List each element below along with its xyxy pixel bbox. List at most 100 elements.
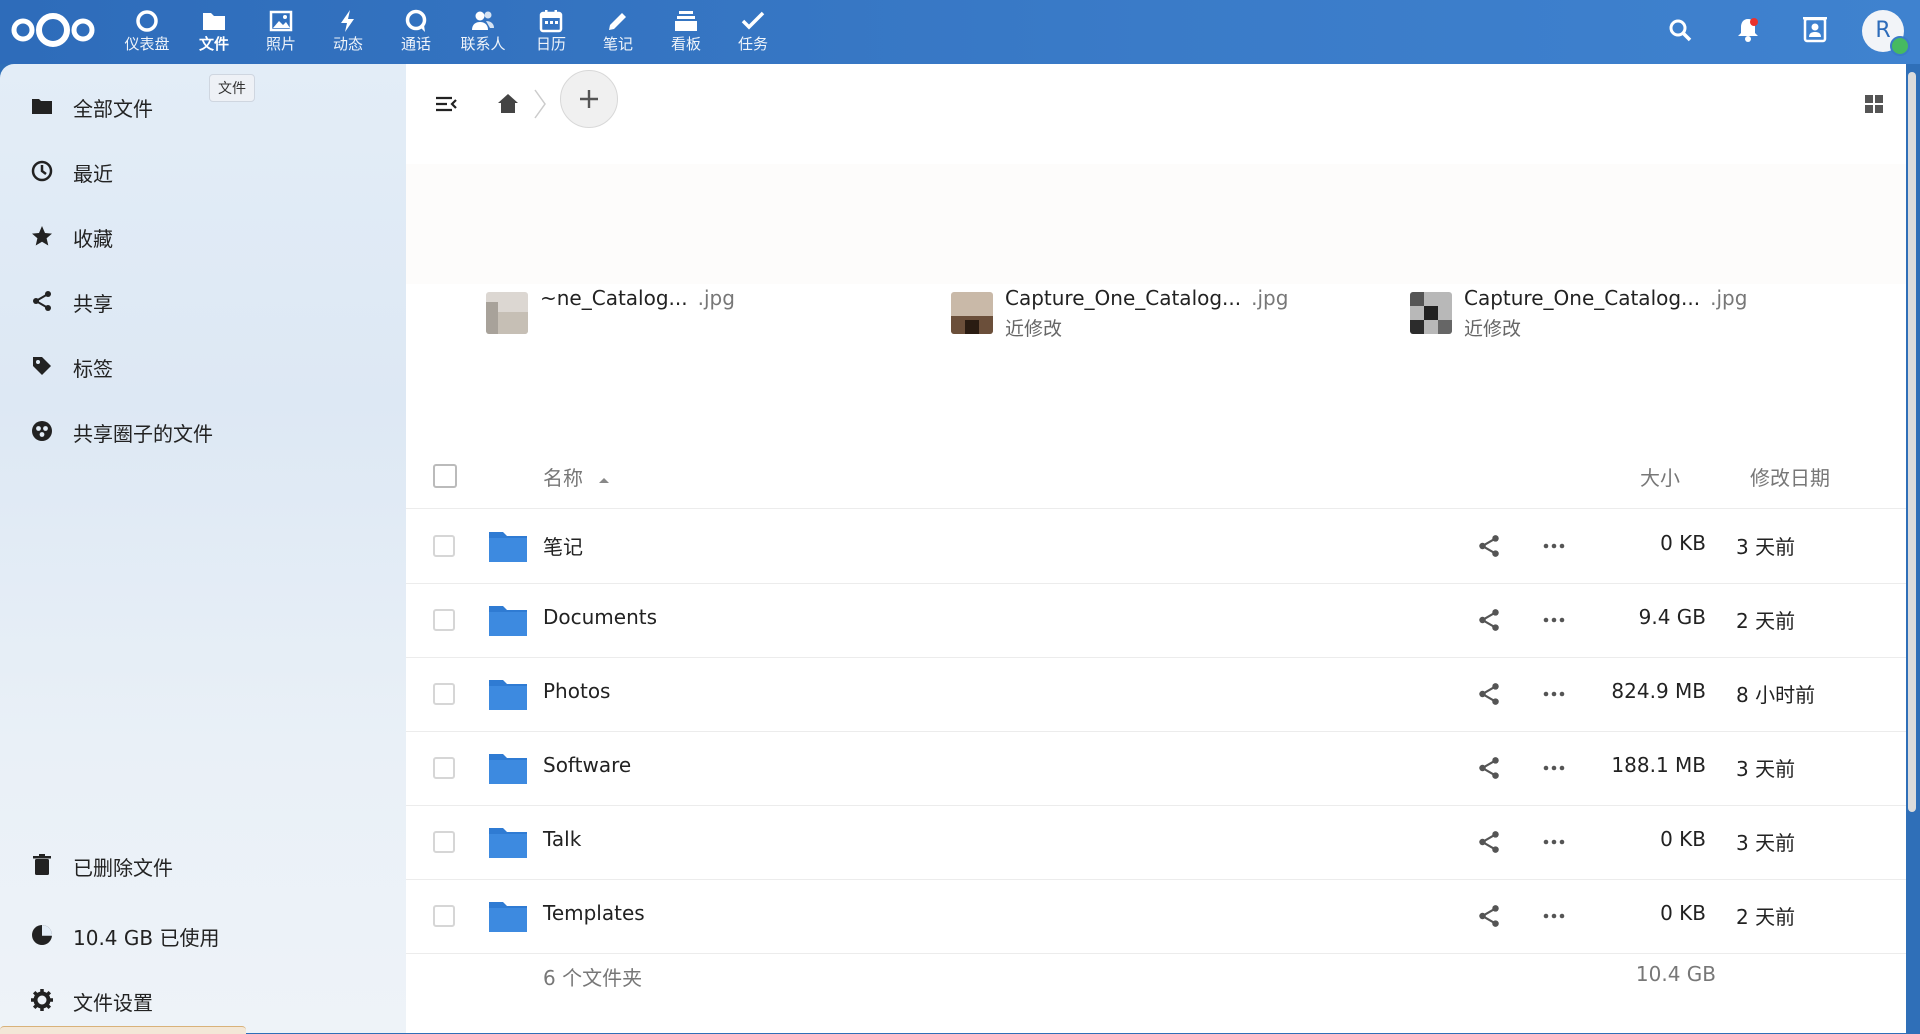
nav-tags[interactable]: 标签 bbox=[0, 342, 406, 390]
share-icon[interactable] bbox=[1476, 829, 1502, 855]
more-actions-icon[interactable] bbox=[1540, 607, 1568, 633]
nav-label: 全部文件 bbox=[73, 93, 153, 122]
file-name[interactable]: Templates bbox=[543, 901, 645, 925]
app-label: 动态 bbox=[316, 35, 380, 53]
file-row[interactable]: Templates 0 KB 2 天前 bbox=[406, 879, 1906, 954]
nav-recent[interactable]: 最近 bbox=[0, 147, 406, 195]
recent-file-name: Capture_One_Catalog....jpg bbox=[1464, 286, 1747, 310]
file-list-summary: 6 个文件夹 10.4 GB bbox=[406, 954, 1906, 994]
app-tasks[interactable]: 任务 bbox=[721, 6, 785, 58]
file-name[interactable]: Software bbox=[543, 753, 631, 777]
row-checkbox[interactable] bbox=[433, 905, 455, 927]
recent-file-subtitle: 近修改 bbox=[1005, 314, 1062, 341]
summary-count: 6 个文件夹 bbox=[543, 962, 642, 991]
nextcloud-logo[interactable] bbox=[10, 10, 96, 50]
recent-file-subtitle: 近修改 bbox=[1464, 314, 1521, 341]
share-icon[interactable] bbox=[1476, 903, 1502, 929]
pie-chart-icon bbox=[30, 923, 54, 947]
calendar-icon bbox=[538, 8, 564, 34]
share-icon bbox=[30, 289, 54, 313]
nav-all-files[interactable]: 全部文件 bbox=[0, 82, 406, 130]
file-row[interactable]: Photos 824.9 MB 8 小时前 bbox=[406, 657, 1906, 732]
files-main-area: ~ne_Catalog....jpg Capture_One_Catalog..… bbox=[406, 64, 1906, 1033]
app-label: 联系人 bbox=[451, 35, 515, 53]
more-actions-icon[interactable] bbox=[1540, 829, 1568, 855]
scrollbar[interactable] bbox=[1908, 72, 1916, 812]
file-row[interactable]: Talk 0 KB 3 天前 bbox=[406, 805, 1906, 880]
row-checkbox[interactable] bbox=[433, 609, 455, 631]
app-activity[interactable]: 动态 bbox=[316, 6, 380, 58]
file-row[interactable]: 笔记 0 KB 3 天前 bbox=[406, 509, 1906, 584]
nav-label: 文件设置 bbox=[73, 987, 153, 1016]
more-actions-icon[interactable] bbox=[1540, 755, 1568, 781]
app-files[interactable]: 文件 bbox=[182, 6, 246, 58]
nav-files-settings[interactable]: 文件设置 bbox=[0, 976, 406, 1024]
folder-icon bbox=[201, 8, 227, 34]
share-icon[interactable] bbox=[1476, 533, 1502, 559]
file-size: 188.1 MB bbox=[1586, 753, 1706, 777]
folder-icon bbox=[488, 899, 528, 933]
recent-files-band bbox=[406, 164, 1906, 284]
file-modified: 3 天前 bbox=[1736, 753, 1795, 782]
file-name[interactable]: Talk bbox=[543, 827, 581, 851]
toggle-sidebar-icon[interactable] bbox=[426, 84, 466, 124]
row-checkbox[interactable] bbox=[433, 683, 455, 705]
file-name[interactable]: 笔记 bbox=[543, 531, 583, 560]
app-deck[interactable]: 看板 bbox=[654, 6, 718, 58]
app-calendar[interactable]: 日历 bbox=[519, 6, 583, 58]
app-contacts[interactable]: 联系人 bbox=[451, 6, 515, 58]
row-checkbox[interactable] bbox=[433, 831, 455, 853]
column-header-name[interactable]: 名称 bbox=[543, 462, 611, 491]
column-header-size[interactable]: 大小 bbox=[1640, 462, 1680, 491]
notifications-icon[interactable] bbox=[1732, 14, 1764, 46]
new-button[interactable] bbox=[560, 70, 618, 128]
app-photos[interactable]: 照片 bbox=[249, 6, 313, 58]
tag-icon bbox=[30, 354, 54, 378]
nav-circles[interactable]: 共享圈子的文件 bbox=[0, 407, 406, 455]
contacts-icon bbox=[470, 8, 496, 34]
share-icon[interactable] bbox=[1476, 681, 1502, 707]
file-thumbnail bbox=[486, 292, 528, 334]
tooltip: 文件 bbox=[209, 74, 255, 102]
nav-favorites[interactable]: 收藏 bbox=[0, 212, 406, 260]
share-icon[interactable] bbox=[1476, 755, 1502, 781]
app-talk[interactable]: 通话 bbox=[384, 6, 448, 58]
app-dashboard[interactable]: 仪表盘 bbox=[115, 6, 179, 58]
file-modified: 3 天前 bbox=[1736, 531, 1795, 560]
file-row[interactable]: Documents 9.4 GB 2 天前 bbox=[406, 583, 1906, 658]
row-checkbox[interactable] bbox=[433, 535, 455, 557]
share-icon[interactable] bbox=[1476, 607, 1502, 633]
column-header-modified[interactable]: 修改日期 bbox=[1750, 462, 1830, 491]
file-name[interactable]: Photos bbox=[543, 679, 610, 703]
contacts-menu-icon[interactable] bbox=[1799, 14, 1831, 46]
grid-view-icon[interactable] bbox=[1854, 84, 1894, 124]
more-actions-icon[interactable] bbox=[1540, 903, 1568, 929]
circles-icon bbox=[30, 419, 54, 443]
recent-file[interactable]: ~ne_Catalog....jpg bbox=[486, 284, 886, 354]
top-header: 仪表盘 文件 照片 动态 通话 联系人 日历 笔记 看板 任务 R bbox=[0, 0, 1920, 64]
recent-file-name: Capture_One_Catalog....jpg bbox=[1005, 286, 1288, 310]
home-icon[interactable] bbox=[488, 84, 528, 124]
file-row[interactable]: Software 188.1 MB 3 天前 bbox=[406, 731, 1906, 806]
nav-shares[interactable]: 共享 bbox=[0, 277, 406, 325]
app-notes[interactable]: 笔记 bbox=[586, 6, 650, 58]
nav-deleted-files[interactable]: 已删除文件 bbox=[0, 841, 406, 889]
talk-icon bbox=[403, 8, 429, 34]
folder-icon bbox=[30, 94, 54, 118]
row-checkbox[interactable] bbox=[433, 757, 455, 779]
summary-size: 10.4 GB bbox=[1586, 962, 1716, 986]
more-actions-icon[interactable] bbox=[1540, 681, 1568, 707]
deck-icon bbox=[673, 8, 699, 34]
file-name[interactable]: Documents bbox=[543, 605, 657, 629]
search-icon[interactable] bbox=[1664, 14, 1696, 46]
recent-file[interactable]: Capture_One_Catalog....jpg 近修改 bbox=[951, 284, 1351, 354]
recent-file-name: ~ne_Catalog....jpg bbox=[540, 286, 735, 310]
recent-file[interactable]: Capture_One_Catalog....jpg 近修改 bbox=[1410, 284, 1810, 354]
more-actions-icon[interactable] bbox=[1540, 533, 1568, 559]
nav-quota[interactable]: 10.4 GB 已使用 bbox=[0, 911, 406, 959]
app-label: 看板 bbox=[654, 35, 718, 53]
nav-label: 10.4 GB 已使用 bbox=[73, 922, 219, 951]
file-size: 0 KB bbox=[1586, 827, 1706, 851]
app-label: 笔记 bbox=[586, 35, 650, 53]
select-all-checkbox[interactable] bbox=[433, 464, 457, 488]
